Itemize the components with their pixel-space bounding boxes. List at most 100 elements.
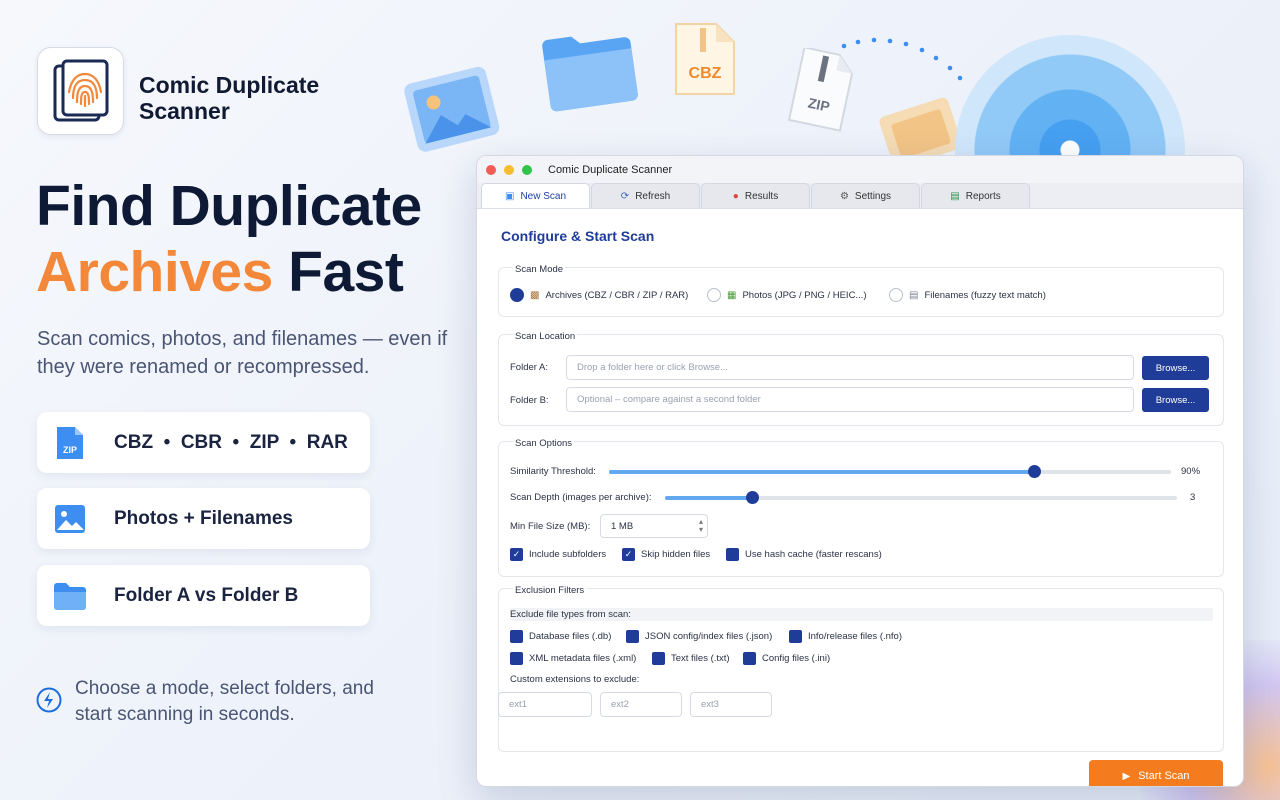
headline-rest: Fast (272, 240, 404, 304)
folder-b-input[interactable]: Optional – compare against a second fold… (566, 387, 1134, 412)
checkbox-label: Text files (.txt) (671, 653, 730, 664)
exclude-db[interactable]: Database files (.db) (510, 630, 611, 643)
gear-icon: ⚙ (839, 190, 849, 202)
maximize-window-button[interactable] (522, 164, 532, 175)
feature-label: Photos + Filenames (114, 507, 293, 529)
radio-archives[interactable] (510, 288, 524, 302)
stepper-arrows-icon[interactable]: ▴ ▾ (699, 518, 703, 534)
similarity-slider[interactable] (609, 465, 1171, 478)
browse-folder-b-button[interactable]: Browse... (1142, 388, 1209, 412)
refresh-icon: ⟳ (620, 190, 630, 202)
tab-new-scan[interactable]: ▣ New Scan (481, 183, 590, 208)
exclude-json[interactable]: JSON config/index files (.json) (626, 630, 772, 643)
tab-label: Results (744, 190, 779, 202)
group-label: Scan Options (513, 438, 575, 449)
tab-label: New Scan (520, 190, 567, 202)
folder-a-input[interactable]: Drop a folder here or click Browse... (566, 355, 1134, 380)
min-size-stepper[interactable]: 1 MB ▴ ▾ (600, 514, 708, 538)
dotted-arc (841, 37, 963, 81)
depth-value: 3 (1190, 492, 1196, 503)
tab-results[interactable]: ● Results (701, 183, 810, 208)
checkbox-label: Database files (.db) (529, 631, 612, 642)
checkbox-exclude-nfo[interactable] (789, 630, 802, 643)
folder-a-label: Folder A: (510, 362, 549, 373)
start-scan-label: Start Scan (1138, 770, 1190, 782)
min-size-label: Min File Size (MB): (510, 521, 591, 532)
checkbox-exclude-json[interactable] (626, 630, 639, 643)
custom-ext-input-2[interactable]: ext2 (600, 692, 682, 717)
browse-folder-a-button[interactable]: Browse... (1142, 356, 1209, 380)
mode-option-photos[interactable]: ▦ Photos (JPG / PNG / HEIC...) (707, 288, 867, 302)
results-icon: ● (732, 190, 739, 202)
checkbox-label: Include subfolders (529, 549, 607, 560)
app-logo (37, 47, 124, 135)
depth-slider[interactable] (665, 491, 1177, 504)
similarity-knob[interactable] (1027, 465, 1041, 478)
photo-stack-icon (404, 66, 500, 152)
hero-subline: Scan comics, photos, and filenames — eve… (37, 328, 448, 378)
feature-label: Folder A vs Folder B (114, 584, 299, 606)
picture-icon: ▦ (727, 289, 737, 301)
checkbox-include-subfolders[interactable]: ✓ (510, 548, 523, 561)
similarity-label: Similarity Threshold: (510, 466, 596, 477)
checkbox-skip-hidden[interactable]: ✓ (622, 548, 635, 561)
headline-line-1: Find Duplicate (36, 174, 422, 238)
checkbox-exclude-db[interactable] (510, 630, 523, 643)
mode-option-archives[interactable]: ▩ Archives (CBZ / CBR / ZIP / RAR) (510, 288, 688, 302)
mode-option-filenames[interactable]: ▤ Filenames (fuzzy text match) (889, 288, 1046, 302)
option-hash-cache[interactable]: Use hash cache (faster rescans) (726, 548, 882, 561)
start-scan-button[interactable]: ▶ Start Scan (1089, 760, 1223, 786)
feature-label: CBZ • CBR • ZIP • RAR (114, 431, 348, 453)
blue-folder-icon (542, 36, 638, 112)
custom-ext-input-1[interactable]: ext1 (498, 692, 592, 717)
checkbox-label: XML metadata files (.xml) (529, 653, 637, 664)
feature-card-formats: ZIP CBZ • CBR • ZIP • RAR (37, 412, 370, 473)
checkbox-exclude-ini[interactable] (743, 652, 756, 665)
fingerprint-icon (53, 59, 108, 122)
checkbox-exclude-txt[interactable] (652, 652, 665, 665)
custom-ext-input-3[interactable]: ext3 (690, 692, 772, 717)
tab-settings[interactable]: ⚙ Settings (811, 183, 920, 208)
tab-label: Reports (965, 190, 1001, 202)
new-scan-panel: Configure & Start Scan Scan Mode ▩ Archi… (477, 209, 1243, 786)
option-skip-hidden[interactable]: ✓ Skip hidden files (622, 548, 710, 561)
group-label: Scan Location (513, 331, 578, 342)
checkbox-exclude-xml[interactable] (510, 652, 523, 665)
radio-photos[interactable] (707, 288, 721, 302)
headline-line-2: Archives Fast (36, 239, 422, 305)
close-window-button[interactable] (486, 164, 496, 175)
window-title: Comic Duplicate Scanner (548, 163, 673, 176)
exclude-xml[interactable]: XML metadata files (.xml) (510, 652, 636, 665)
custom-extensions-label: Custom extensions to exclude: (510, 674, 640, 685)
min-size-value: 1 MB (611, 520, 634, 532)
checkbox-label: Info/release files (.nfo) (808, 631, 902, 642)
cbz-label: CBZ (689, 65, 722, 82)
tab-refresh[interactable]: ⟳ Refresh (591, 183, 700, 208)
exclude-nfo[interactable]: Info/release files (.nfo) (789, 630, 902, 643)
option-include-subfolders[interactable]: ✓ Include subfolders (510, 548, 606, 561)
group-label: Scan Mode (513, 264, 566, 275)
tagline: Choose a mode, select folders, and start… (75, 678, 374, 725)
file-list-icon: ▤ (909, 289, 919, 301)
bolt-icon (36, 687, 62, 718)
exclude-txt[interactable]: Text files (.txt) (652, 652, 730, 665)
headline-accent: Archives (36, 240, 273, 304)
minimize-window-button[interactable] (504, 164, 514, 175)
similarity-fill (609, 470, 1034, 474)
svg-text:ZIP: ZIP (63, 445, 77, 455)
similarity-value: 90% (1181, 466, 1201, 477)
exclude-ini[interactable]: Config files (.ini) (743, 652, 830, 665)
scan-mode-group: Scan Mode ▩ Archives (CBZ / CBR / ZIP / … (498, 264, 1224, 317)
radio-filenames[interactable] (889, 288, 903, 302)
option-label: Photos (JPG / PNG / HEIC...) (742, 289, 867, 301)
checkbox-hash-cache[interactable] (726, 548, 739, 561)
depth-knob[interactable] (746, 491, 760, 504)
checkbox-label: Use hash cache (faster rescans) (745, 549, 882, 560)
exclusion-filters-group: Exclusion Filters Exclude file types fro… (498, 585, 1224, 752)
depth-fill (665, 496, 753, 500)
checkbox-label: JSON config/index files (.json) (645, 631, 773, 642)
folder-icon (52, 578, 88, 614)
image-icon (52, 501, 88, 537)
tab-reports[interactable]: ▤ Reports (921, 183, 1030, 208)
app-window: Comic Duplicate Scanner ▣ New Scan ⟳ Ref… (476, 155, 1244, 787)
